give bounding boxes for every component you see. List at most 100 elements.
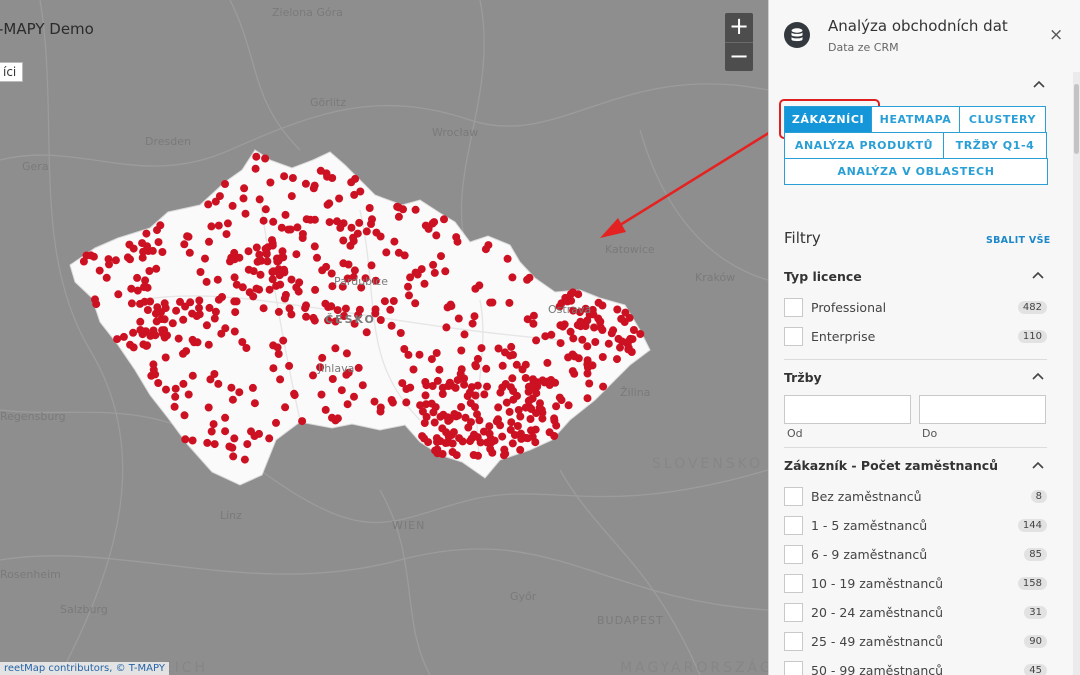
customer-marker[interactable] (207, 222, 216, 231)
customer-marker[interactable] (613, 355, 621, 364)
customer-marker[interactable] (210, 440, 219, 449)
customer-marker[interactable] (276, 375, 285, 384)
customer-marker[interactable] (435, 365, 444, 374)
close-icon[interactable]: × (1049, 25, 1063, 45)
customer-marker[interactable] (471, 391, 480, 400)
customer-marker[interactable] (259, 216, 268, 225)
customer-marker[interactable] (503, 254, 512, 263)
customer-marker[interactable] (156, 221, 165, 230)
customer-marker[interactable] (432, 231, 441, 240)
customer-marker[interactable] (91, 295, 99, 304)
scrollbar-thumb[interactable] (1074, 84, 1079, 154)
customer-marker[interactable] (221, 427, 230, 436)
customer-marker[interactable] (231, 308, 240, 317)
customer-marker[interactable] (460, 330, 469, 339)
customer-marker[interactable] (285, 361, 294, 370)
customer-marker[interactable] (604, 339, 613, 348)
customer-marker[interactable] (192, 312, 201, 320)
customer-marker[interactable] (229, 452, 238, 461)
customer-marker[interactable] (311, 285, 320, 294)
customer-marker[interactable] (521, 360, 530, 369)
customer-marker[interactable] (184, 390, 193, 399)
customer-marker[interactable] (262, 248, 271, 257)
filter-option[interactable]: 50 - 99 zaměstnanců 45 (784, 661, 1047, 675)
customer-marker[interactable] (556, 339, 565, 348)
chevron-up-icon[interactable] (1032, 372, 1044, 380)
customer-marker[interactable] (281, 210, 290, 219)
customer-marker[interactable] (453, 237, 462, 246)
customer-marker[interactable] (443, 413, 452, 422)
customer-marker[interactable] (427, 399, 436, 408)
customer-marker[interactable] (470, 430, 478, 439)
customer-marker[interactable] (127, 299, 136, 308)
customer-marker[interactable] (390, 237, 399, 246)
customer-marker[interactable] (508, 374, 517, 383)
customer-marker[interactable] (142, 229, 151, 238)
customer-marker[interactable] (460, 380, 469, 389)
customer-marker[interactable] (162, 385, 170, 394)
customer-marker[interactable] (342, 349, 351, 358)
customer-marker[interactable] (272, 418, 280, 427)
customer-marker[interactable] (448, 448, 457, 456)
customer-marker[interactable] (404, 282, 412, 291)
customer-marker[interactable] (168, 319, 177, 328)
tab-heatmapa[interactable]: HEATMAPA (871, 106, 960, 133)
customer-marker[interactable] (145, 267, 154, 275)
customer-marker[interactable] (204, 403, 213, 412)
customer-marker[interactable] (507, 418, 516, 427)
customer-marker[interactable] (507, 342, 516, 351)
customer-marker[interactable] (433, 376, 442, 385)
customer-marker[interactable] (516, 445, 525, 454)
customer-marker[interactable] (358, 381, 367, 390)
customer-marker[interactable] (221, 413, 230, 422)
customer-marker[interactable] (240, 455, 249, 464)
customer-marker[interactable] (494, 344, 503, 353)
customer-marker[interactable] (230, 327, 239, 336)
customer-marker[interactable] (309, 313, 318, 322)
chevron-up-icon[interactable] (1032, 271, 1044, 279)
customer-marker[interactable] (454, 314, 463, 323)
customer-marker[interactable] (550, 432, 559, 440)
customer-marker[interactable] (607, 329, 616, 338)
customer-marker[interactable] (123, 253, 132, 262)
customer-marker[interactable] (269, 364, 278, 373)
customer-marker[interactable] (222, 230, 231, 239)
customer-marker[interactable] (509, 395, 518, 404)
checkbox[interactable] (784, 574, 803, 593)
customer-marker[interactable] (179, 379, 188, 388)
customer-marker[interactable] (269, 217, 278, 226)
customer-marker[interactable] (253, 257, 262, 266)
customer-marker[interactable] (438, 383, 447, 392)
customer-marker[interactable] (309, 371, 317, 380)
customer-marker[interactable] (335, 194, 344, 203)
customer-marker[interactable] (550, 416, 559, 425)
customer-marker[interactable] (380, 297, 389, 306)
customer-marker[interactable] (538, 414, 547, 423)
customer-marker[interactable] (556, 321, 565, 330)
customer-marker[interactable] (350, 266, 359, 275)
filter-option[interactable]: 6 - 9 zaměstnanců 85 (784, 545, 1047, 565)
customer-marker[interactable] (256, 270, 265, 279)
customer-marker[interactable] (400, 345, 409, 353)
customer-marker[interactable] (143, 306, 152, 314)
customer-marker[interactable] (486, 445, 495, 453)
customer-marker[interactable] (327, 302, 336, 311)
customer-marker[interactable] (306, 215, 315, 224)
customer-marker[interactable] (387, 396, 396, 404)
customer-marker[interactable] (368, 215, 376, 224)
customer-marker[interactable] (405, 291, 413, 300)
customer-marker[interactable] (230, 297, 239, 306)
customer-marker[interactable] (350, 190, 359, 199)
customer-marker[interactable] (354, 363, 363, 372)
customer-marker[interactable] (498, 361, 507, 370)
filter-option[interactable]: 1 - 5 zaměstnanců 144 (784, 516, 1047, 536)
customer-marker[interactable] (482, 364, 491, 373)
customer-marker[interactable] (183, 232, 192, 241)
customer-marker[interactable] (302, 312, 311, 321)
customer-marker[interactable] (279, 336, 288, 345)
customer-marker[interactable] (286, 225, 295, 234)
customer-marker[interactable] (484, 241, 493, 250)
customer-marker[interactable] (477, 344, 486, 353)
customer-marker[interactable] (480, 390, 489, 399)
customer-marker[interactable] (235, 253, 244, 262)
